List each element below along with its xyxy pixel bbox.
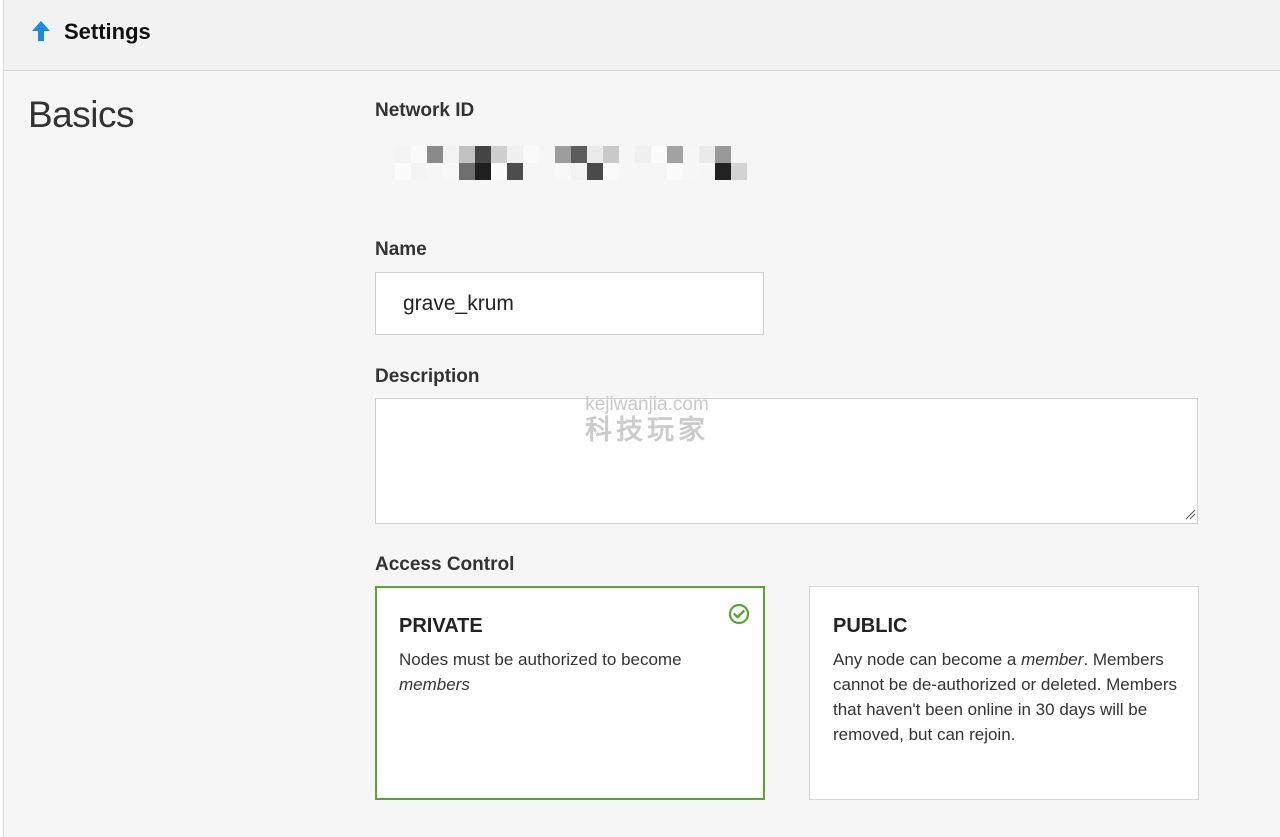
name-input[interactable] (375, 272, 764, 335)
access-option-private[interactable]: PRIVATE Nodes must be authorized to beco… (375, 586, 765, 800)
access-option-description: Nodes must be authorized to become membe… (399, 647, 749, 697)
network-id-label: Network ID (375, 100, 475, 121)
desc-text: Nodes must be authorized to become (399, 650, 682, 669)
arrow-up-icon[interactable] (29, 19, 53, 43)
access-control-label: Access Control (375, 554, 515, 575)
description-label: Description (375, 366, 480, 387)
network-id-value-redacted (395, 146, 751, 180)
access-option-title: PRIVATE (399, 615, 483, 637)
description-textarea[interactable] (375, 398, 1198, 524)
access-option-description: Any node can become a member. Members ca… (833, 647, 1183, 747)
name-label: Name (375, 239, 427, 260)
page-title: Settings (64, 19, 151, 44)
access-option-title: PUBLIC (833, 615, 908, 637)
desc-emphasis: member (1021, 650, 1084, 669)
section-title-basics: Basics (28, 94, 134, 135)
desc-emphasis: members (399, 675, 470, 694)
resize-grip-icon[interactable] (1184, 508, 1196, 520)
check-circle-icon (728, 603, 750, 625)
settings-panel: Settings Basics Network ID Name grave_kr… (3, 0, 1280, 837)
settings-header: Settings (4, 0, 1280, 71)
access-option-public[interactable]: PUBLIC Any node can become a member. Mem… (809, 586, 1199, 800)
desc-text: Any node can become a (833, 650, 1022, 669)
